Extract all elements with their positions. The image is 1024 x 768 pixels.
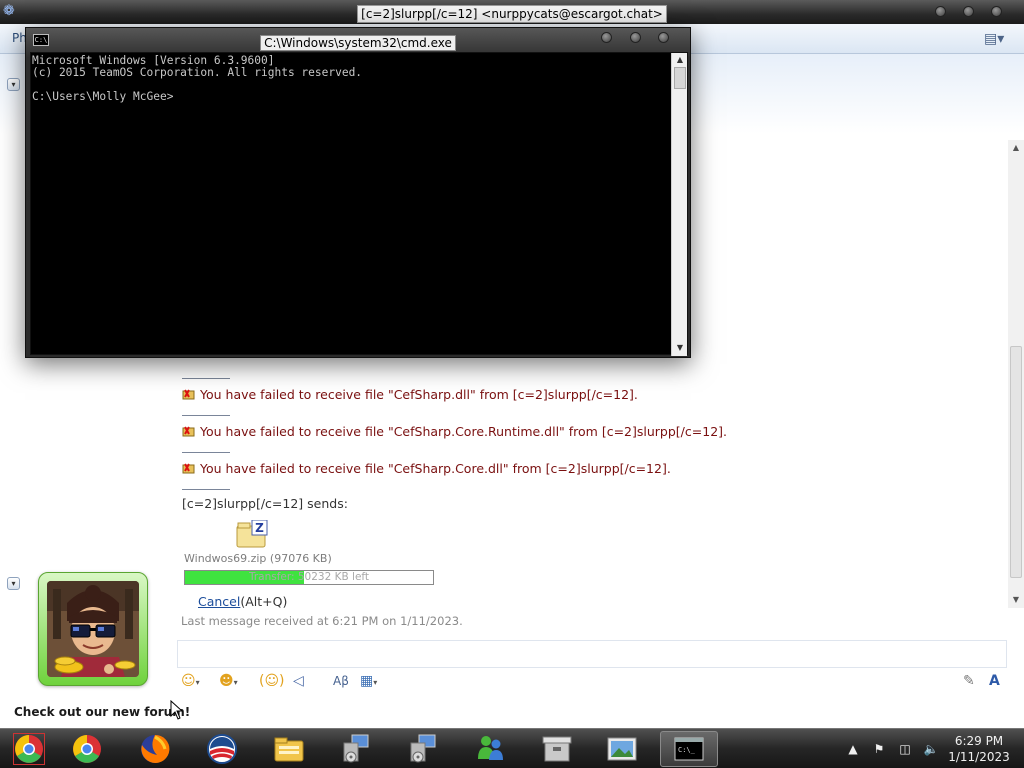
user-avatar[interactable] <box>38 572 148 686</box>
clock-time: 6:29 PM <box>954 734 1004 748</box>
archive-icon <box>542 736 572 762</box>
svg-text:C:\_: C:\_ <box>678 746 696 754</box>
cmd-console[interactable]: Microsoft Windows [Version 6.3.9600] (c) … <box>30 52 688 356</box>
failed-transfer-text: You have failed to receive file "CefShar… <box>200 460 671 476</box>
obama-logo-icon <box>207 734 237 764</box>
taskbar-network-setup-1[interactable] <box>327 731 385 767</box>
messenger-titlebar[interactable]: ❁ [c=2]slurpp[/c=12] <nurppycats@escargo… <box>0 0 1024 24</box>
collapse-header-button[interactable]: ▾ <box>7 78 20 91</box>
failed-transfer-message: You have failed to receive file "CefShar… <box>180 453 1000 483</box>
cancel-transfer-link[interactable]: Cancel <box>198 594 240 609</box>
show-menu-icon[interactable]: ▤▾ <box>984 31 1004 47</box>
taskbar: C:\_ ▲ ⚑ ◫ 🔈 6:29 PM 1/11/2023 <box>0 728 1024 768</box>
conversation-scrollbar[interactable]: ▲ ▼ <box>1008 140 1024 608</box>
mouse-cursor-icon <box>170 700 184 720</box>
scroll-up-arrow-icon[interactable]: ▲ <box>1010 142 1022 154</box>
network-setup-icon <box>343 734 369 763</box>
sender-label: [c=2]slurpp[/c=12] sends: <box>182 496 348 511</box>
taskbar-cmd[interactable]: C:\_ <box>660 731 718 767</box>
font-style-icon[interactable]: Aβ <box>333 671 349 691</box>
avatar-illustration <box>47 581 139 677</box>
forum-link[interactable]: Check out our new forum! <box>14 705 190 719</box>
cmd-close-button[interactable] <box>658 32 669 43</box>
console-output: Microsoft Windows [Version 6.3.9600] (c) … <box>32 55 362 103</box>
handwriting-icon[interactable]: ✎ <box>963 671 975 691</box>
firefox-icon <box>141 734 170 763</box>
taskbar-messenger[interactable] <box>461 731 519 767</box>
svg-text:Z: Z <box>255 521 264 535</box>
transfer-progress-text: Transfer: 50232 KB left <box>248 571 370 583</box>
network-icon[interactable]: ◫ <box>897 741 913 757</box>
show-hidden-icons-icon[interactable]: ▲ <box>845 741 861 757</box>
cmd-scrollbar[interactable]: ▲ ▼ <box>671 53 687 356</box>
start-button[interactable] <box>0 731 58 767</box>
cmd-window[interactable]: C:\ C:\Windows\system32\cmd.exe Microsof… <box>25 27 691 358</box>
chrome-icon <box>73 735 101 763</box>
nudge-icon[interactable]: (☺) <box>259 671 285 691</box>
scroll-down-arrow-icon[interactable]: ▼ <box>1010 594 1022 606</box>
messenger-icon <box>478 736 503 760</box>
taskbar-firefox[interactable] <box>126 731 184 767</box>
failed-transfer-text: You have failed to receive file "CefShar… <box>200 386 638 402</box>
failed-file-icon <box>182 426 195 437</box>
chrome-icon <box>13 733 45 765</box>
clock-date: 1/11/2023 <box>948 750 1010 764</box>
failed-transfer-text: You have failed to receive file "CefShar… <box>200 423 727 439</box>
failed-file-icon <box>182 389 195 400</box>
collapse-avatar-button[interactable]: ▾ <box>7 577 20 590</box>
network-setup-icon <box>410 734 436 763</box>
voice-clip-icon[interactable]: ◁ <box>293 671 304 691</box>
maximize-button[interactable] <box>963 6 974 17</box>
taskbar-image-viewer[interactable] <box>593 731 651 767</box>
background-icon[interactable]: ▦▾ <box>360 671 377 691</box>
messenger-window-title: [c=2]slurpp[/c=12] <nurppycats@escargot.… <box>357 5 667 23</box>
file-explorer-icon <box>274 737 304 762</box>
volume-icon[interactable]: 🔈 <box>923 741 939 757</box>
message-input[interactable] <box>177 640 1007 668</box>
transfer-progress-bar: Transfer: 50232 KB left <box>184 570 434 585</box>
avatar-picture <box>47 581 139 677</box>
taskbar-network-setup-2[interactable] <box>394 731 452 767</box>
cancel-row: Cancel(Alt+Q) <box>198 594 287 609</box>
taskbar-chrome[interactable] <box>58 731 116 767</box>
system-clock[interactable]: 6:29 PM 1/11/2023 <box>944 733 1014 765</box>
taskbar-archive[interactable] <box>528 731 586 767</box>
cmd-window-title: C:\Windows\system32\cmd.exe <box>260 35 456 51</box>
transfer-file-name: Windwos69.zip (97076 KB) <box>184 552 332 565</box>
wink-icon[interactable]: ☻▾ <box>219 671 238 691</box>
cmd-scroll-up-icon[interactable]: ▲ <box>674 53 686 67</box>
emoticon-icon[interactable]: ☺▾ <box>181 671 200 691</box>
cmd-maximize-button[interactable] <box>630 32 641 43</box>
console-line: (c) 2015 TeamOS Corporation. All rights … <box>32 66 363 79</box>
input-toolbar: ☺▾ ☻▾ (☺) ◁ Aβ ▦▾ ✎ A <box>177 668 1007 694</box>
cmd-icon: C:\_ <box>674 737 704 761</box>
image-viewer-icon <box>607 737 637 761</box>
close-button[interactable] <box>991 6 1002 17</box>
taskbar-file-explorer[interactable] <box>260 731 318 767</box>
console-prompt: C:\Users\Molly McGee> <box>32 90 174 103</box>
conversation-history: You have failed to receive file "CefShar… <box>180 372 1000 628</box>
minimize-button[interactable] <box>935 6 946 17</box>
message-separator <box>182 489 230 490</box>
cmd-scroll-down-icon[interactable]: ▼ <box>674 341 686 355</box>
cmd-minimize-button[interactable] <box>601 32 612 43</box>
failed-transfer-message: You have failed to receive file "CefShar… <box>180 379 1000 409</box>
failed-transfer-message: You have failed to receive file "CefShar… <box>180 416 1000 446</box>
failed-file-icon <box>182 463 195 474</box>
cmd-scrollbar-thumb[interactable] <box>674 67 686 89</box>
system-tray: ▲ ⚑ ◫ 🔈 <box>845 738 939 760</box>
scrollbar-thumb[interactable] <box>1010 346 1022 578</box>
text-mode-icon[interactable]: A <box>989 671 1000 691</box>
cancel-shortcut: (Alt+Q) <box>240 594 288 609</box>
taskbar-obama-app[interactable] <box>193 731 251 767</box>
last-message-status: Last message received at 6:21 PM on 1/11… <box>181 614 463 628</box>
zip-file-icon[interactable]: Z <box>236 520 268 548</box>
action-center-flag-icon[interactable]: ⚑ <box>871 741 887 757</box>
